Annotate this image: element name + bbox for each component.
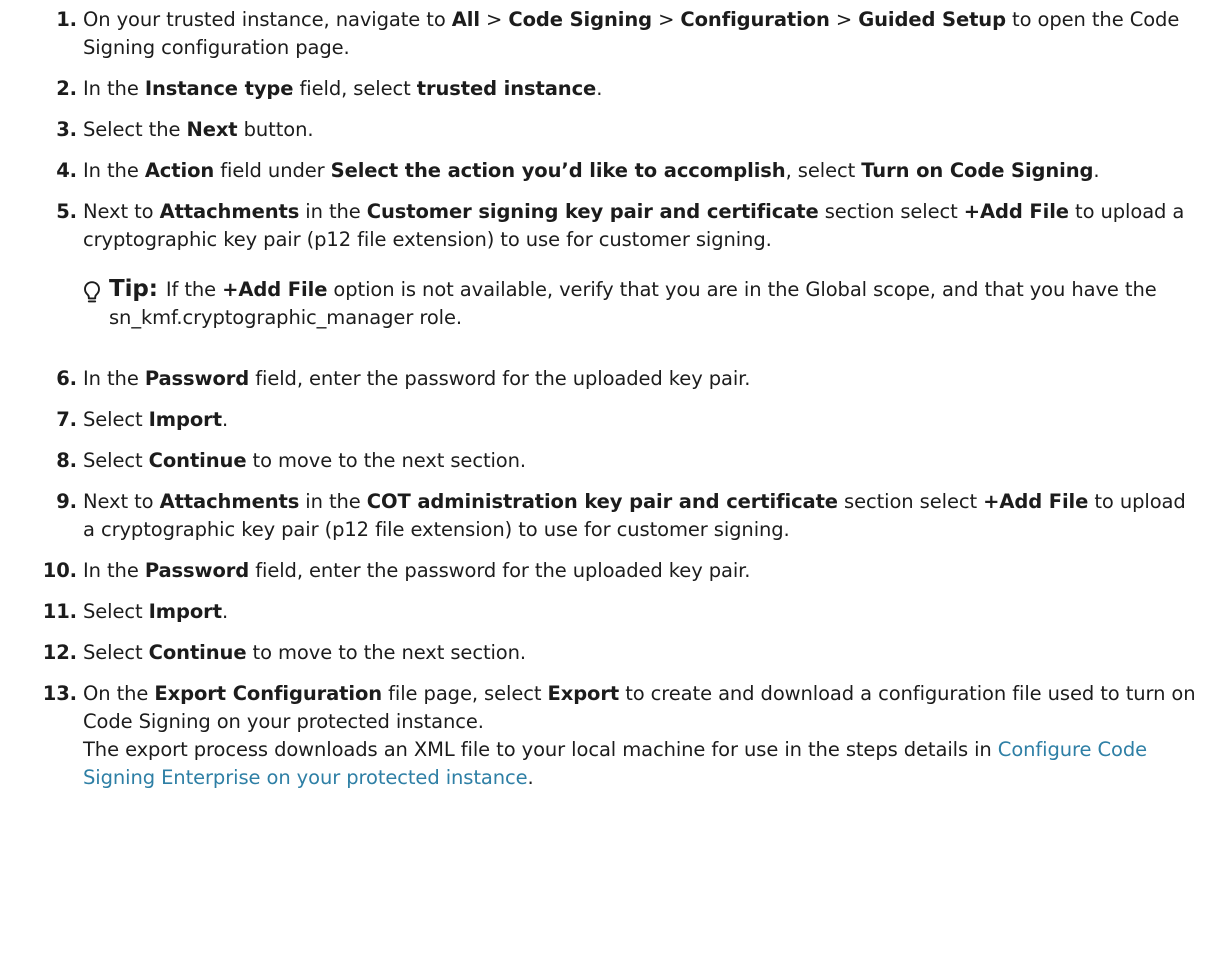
label-attachments: Attachments bbox=[159, 490, 300, 513]
field-password: Password bbox=[144, 559, 250, 582]
step-text: Next to Attachments in the COT administr… bbox=[83, 490, 1186, 541]
step-number: 4. bbox=[56, 159, 77, 182]
field-password: Password bbox=[144, 367, 250, 390]
field-action: Action bbox=[144, 159, 215, 182]
button-next: Next bbox=[186, 118, 238, 141]
step-number: 10. bbox=[42, 559, 77, 582]
step-text: Select Import. bbox=[83, 600, 229, 623]
step-text: On your trusted instance, navigate to Al… bbox=[83, 8, 1180, 59]
step-number: 9. bbox=[56, 490, 77, 513]
button-continue: Continue bbox=[148, 449, 247, 472]
button-export: Export bbox=[547, 682, 620, 705]
button-add-file: +Add File bbox=[983, 490, 1089, 513]
button-add-file: +Add File bbox=[963, 200, 1069, 223]
step-number: 6. bbox=[56, 367, 77, 390]
step-2: 2. In the Instance type field, select tr… bbox=[0, 75, 1197, 103]
step-3: 3. Select the Next button. bbox=[0, 116, 1197, 144]
step-number: 13. bbox=[42, 682, 77, 705]
tip-label: Tip: bbox=[109, 276, 158, 302]
step-text: Select the Next button. bbox=[83, 118, 314, 141]
step-text: Select Continue to move to the next sect… bbox=[83, 449, 526, 472]
field-instance-type: Instance type bbox=[144, 77, 294, 100]
section-customer-signing: Customer signing key pair and certificat… bbox=[366, 200, 819, 223]
step-7: 7. Select Import. bbox=[0, 406, 1197, 434]
tip-note: Tip: If the +Add File option is not avail… bbox=[83, 275, 1197, 332]
step-11: 11. Select Import. bbox=[0, 598, 1197, 626]
step-text: On the Export Configuration file page, s… bbox=[83, 682, 1196, 733]
step-13: 13. On the Export Configuration file pag… bbox=[0, 680, 1197, 792]
step-text: In the Password field, enter the passwor… bbox=[83, 559, 751, 582]
section-select-action: Select the action you’d like to accompli… bbox=[330, 159, 786, 182]
tip-text: If the +Add File option is not available… bbox=[109, 278, 1157, 329]
step-number: 2. bbox=[56, 77, 77, 100]
button-import: Import bbox=[148, 408, 222, 431]
step-text: In the Password field, enter the passwor… bbox=[83, 367, 751, 390]
option-turn-on-code-signing: Turn on Code Signing bbox=[861, 159, 1094, 182]
step-number: 3. bbox=[56, 118, 77, 141]
label-attachments: Attachments bbox=[159, 200, 300, 223]
procedure-steps: 1. On your trusted instance, navigate to… bbox=[0, 0, 1227, 792]
step-10: 10. In the Password field, enter the pas… bbox=[0, 557, 1197, 585]
step-9: 9. Next to Attachments in the COT admini… bbox=[0, 488, 1197, 544]
step-4: 4. In the Action field under Select the … bbox=[0, 157, 1197, 185]
step-6: 6. In the Password field, enter the pass… bbox=[0, 365, 1197, 393]
step-text: Select Continue to move to the next sect… bbox=[83, 641, 526, 664]
step-number: 8. bbox=[56, 449, 77, 472]
menu-code-signing: Code Signing bbox=[508, 8, 652, 31]
menu-configuration: Configuration bbox=[680, 8, 830, 31]
step-number: 1. bbox=[56, 8, 77, 31]
section-cot-administration: COT administration key pair and certific… bbox=[366, 490, 838, 513]
step-number: 11. bbox=[42, 600, 77, 623]
button-continue: Continue bbox=[148, 641, 247, 664]
step-continuation: The export process downloads an XML file… bbox=[83, 738, 1148, 789]
step-text: In the Action field under Select the act… bbox=[83, 159, 1100, 182]
option-trusted-instance: trusted instance bbox=[416, 77, 597, 100]
step-text: In the Instance type field, select trust… bbox=[83, 77, 603, 100]
step-text: Next to Attachments in the Customer sign… bbox=[83, 200, 1185, 251]
lightbulb-icon bbox=[84, 281, 100, 303]
step-number: 5. bbox=[56, 200, 77, 223]
step-5: 5. Next to Attachments in the Customer s… bbox=[0, 198, 1197, 332]
step-1: 1. On your trusted instance, navigate to… bbox=[0, 6, 1197, 62]
step-8: 8. Select Continue to move to the next s… bbox=[0, 447, 1197, 475]
step-number: 7. bbox=[56, 408, 77, 431]
step-12: 12. Select Continue to move to the next … bbox=[0, 639, 1197, 667]
menu-guided-setup: Guided Setup bbox=[858, 8, 1006, 31]
menu-all: All bbox=[451, 8, 480, 31]
page-export-configuration: Export Configuration bbox=[154, 682, 383, 705]
button-add-file: +Add File bbox=[222, 278, 328, 301]
button-import: Import bbox=[148, 600, 222, 623]
step-number: 12. bbox=[42, 641, 77, 664]
step-text: Select Import. bbox=[83, 408, 229, 431]
